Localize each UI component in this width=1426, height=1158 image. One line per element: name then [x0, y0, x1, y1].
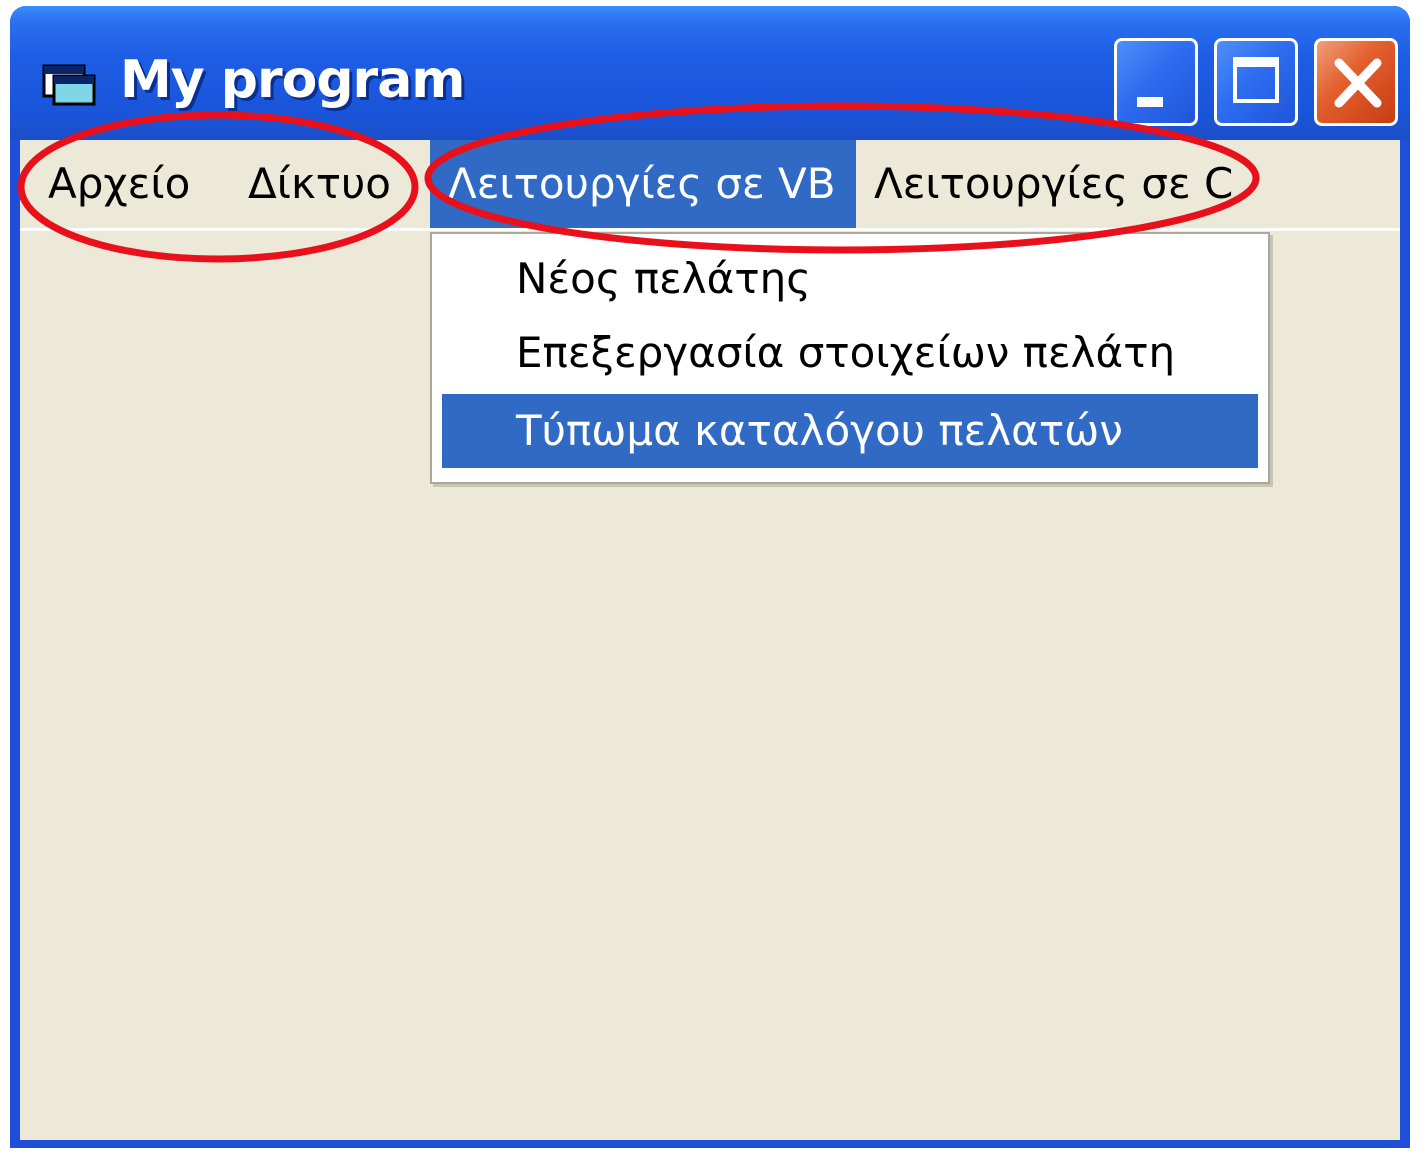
client-area: Αρχείο Δίκτυο Λειτουργίες σε VB Λειτουργ… [20, 140, 1400, 1140]
window-title: My program [120, 50, 465, 110]
dropdown-menu: Νέος πελάτης Επεξεργασία στοιχείων πελάτ… [430, 232, 1270, 484]
title-bar[interactable]: My program [10, 6, 1410, 140]
maximize-button[interactable] [1214, 38, 1298, 126]
menu-item-functions-c[interactable]: Λειτουργίες σε C [874, 140, 1233, 228]
menu-bar: Αρχείο Δίκτυο Λειτουργίες σε VB Λειτουργ… [20, 140, 1400, 231]
menu-option-edit-customer[interactable]: Επεξεργασία στοιχείων πελάτη [442, 316, 1258, 390]
menu-option-new-customer[interactable]: Νέος πελάτης [442, 242, 1258, 316]
menu-item-functions-vb[interactable]: Λειτουργίες σε VB [430, 140, 856, 228]
close-icon [1334, 58, 1382, 108]
minimize-button[interactable] [1114, 38, 1198, 126]
menu-item-network[interactable]: Δίκτυο [248, 140, 391, 228]
app-window-icon[interactable] [42, 62, 100, 108]
minimize-icon [1137, 97, 1163, 107]
maximize-icon [1233, 57, 1279, 103]
application-window: My program Αρχείο Δίκτυο Λειτουργίες σε … [10, 6, 1410, 1148]
menu-option-print-customers[interactable]: Τύπωμα καταλόγου πελατών [442, 394, 1258, 468]
close-button[interactable] [1314, 38, 1398, 126]
menu-item-file[interactable]: Αρχείο [48, 140, 190, 228]
